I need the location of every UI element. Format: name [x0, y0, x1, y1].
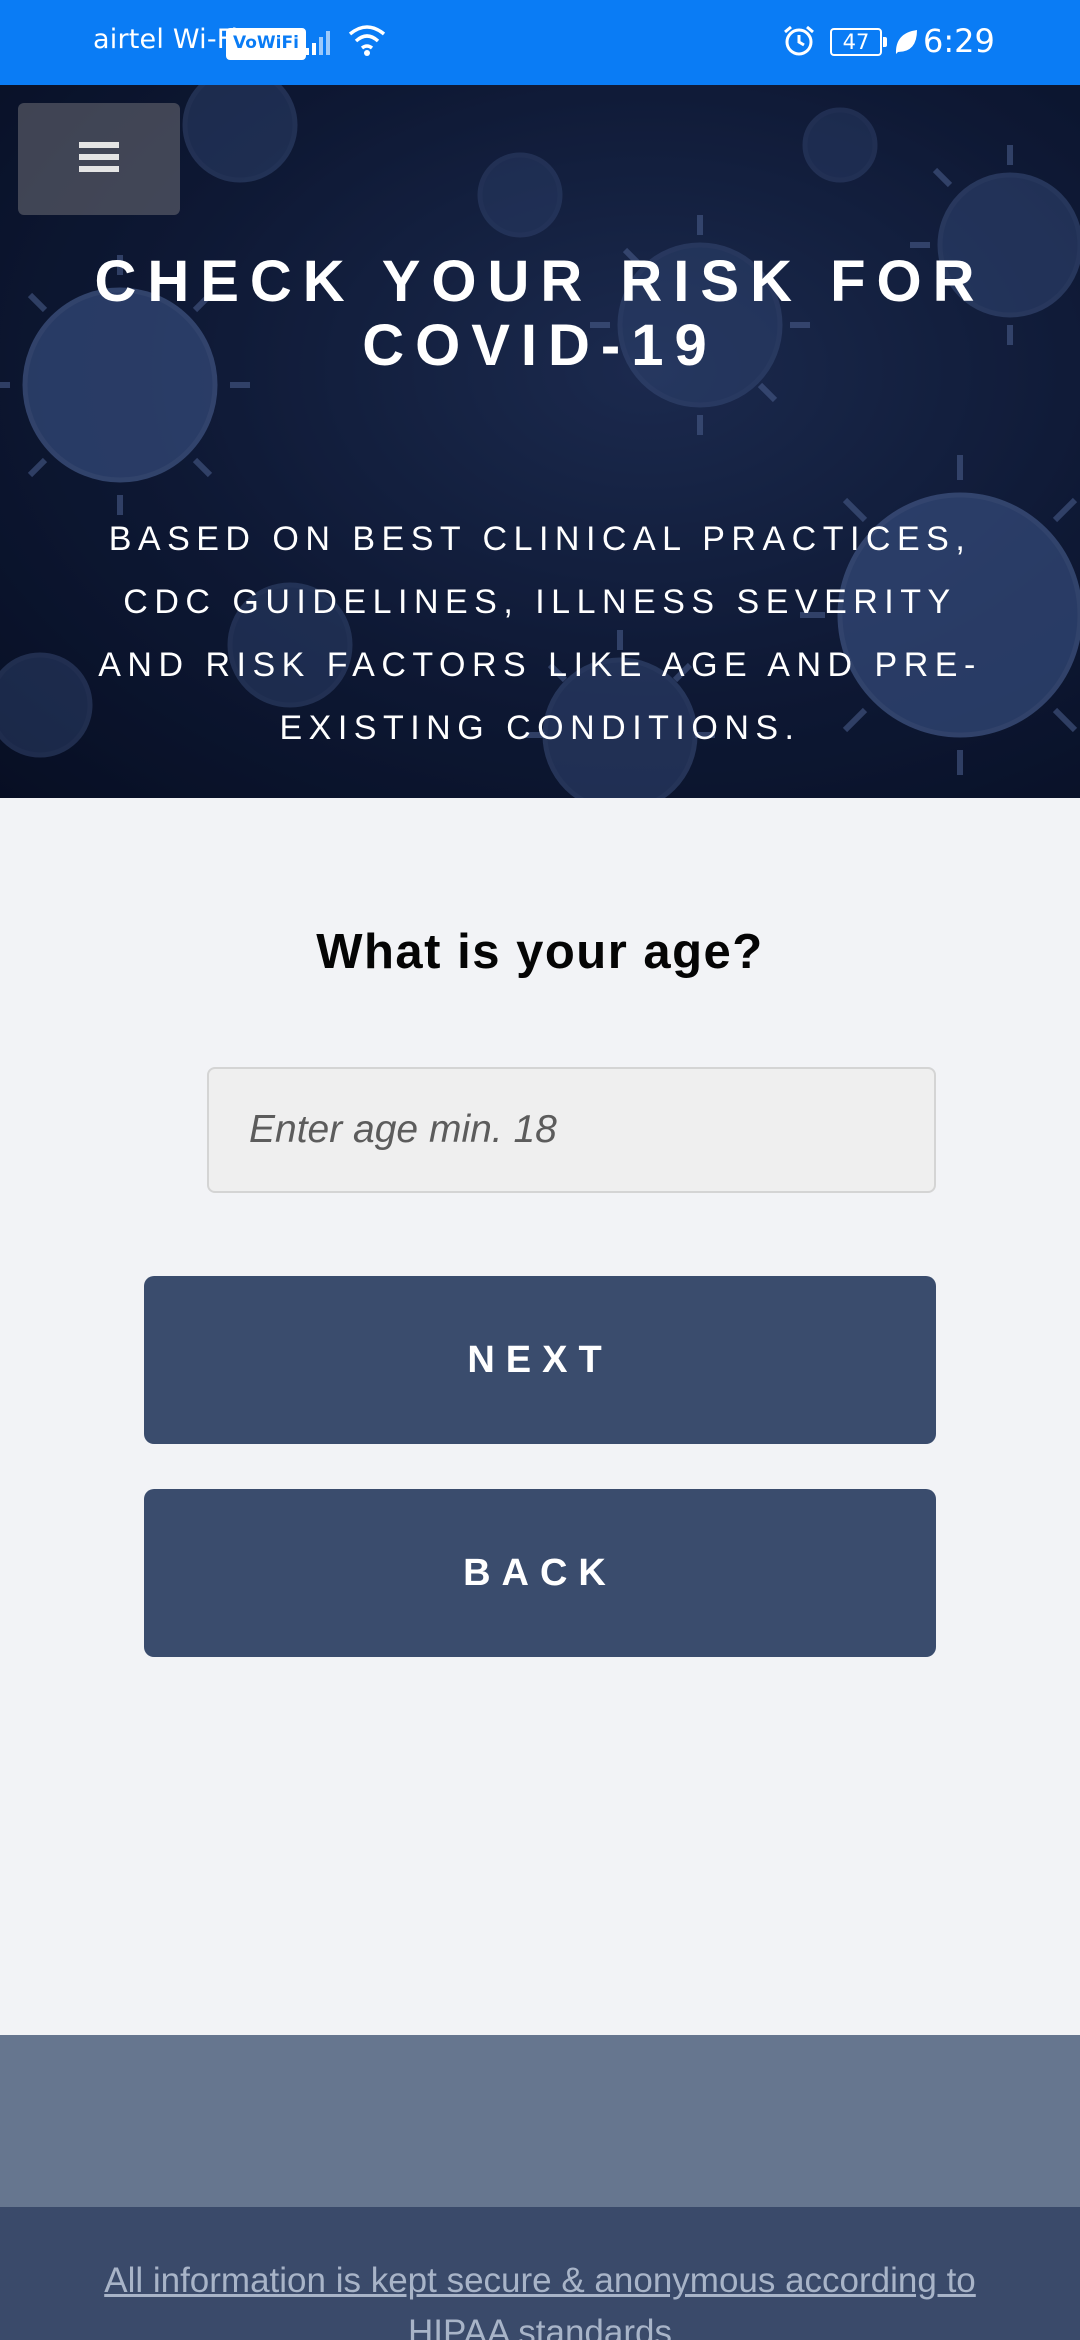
footer-band — [0, 2035, 1080, 2207]
leaf-icon — [893, 27, 919, 61]
privacy-link[interactable]: All information is kept secure & anonymo… — [80, 2255, 1000, 2340]
age-question: What is your age? — [316, 925, 764, 979]
age-form: What is your age? NEXT BACK — [0, 798, 1080, 2035]
carrier-label: airtel Wi-Fi — [93, 24, 239, 55]
age-input[interactable] — [207, 1067, 936, 1193]
back-button[interactable]: BACK — [144, 1489, 936, 1657]
hero-header: CHECK YOUR RISK FOR COVID-19 BASED ON BE… — [0, 85, 1080, 798]
footer: All information is kept secure & anonymo… — [0, 2207, 1080, 2340]
signal-icon — [304, 26, 336, 60]
page-title: CHECK YOUR RISK FOR COVID-19 — [94, 249, 986, 378]
status-bar: airtel Wi-Fi VoWiFi 47 6:29 — [0, 0, 1080, 85]
alarm-icon — [782, 24, 816, 62]
clock-time: 6:29 — [923, 22, 995, 60]
battery-icon: 47 — [830, 28, 887, 56]
menu-button[interactable] — [18, 103, 180, 215]
wifi-icon — [347, 22, 387, 62]
next-button[interactable]: NEXT — [144, 1276, 936, 1444]
page-subtitle: BASED ON BEST CLINICAL PRACTICES, CDC GU… — [98, 520, 982, 747]
vowifi-badge: VoWiFi — [226, 28, 306, 60]
hamburger-icon — [79, 140, 119, 179]
